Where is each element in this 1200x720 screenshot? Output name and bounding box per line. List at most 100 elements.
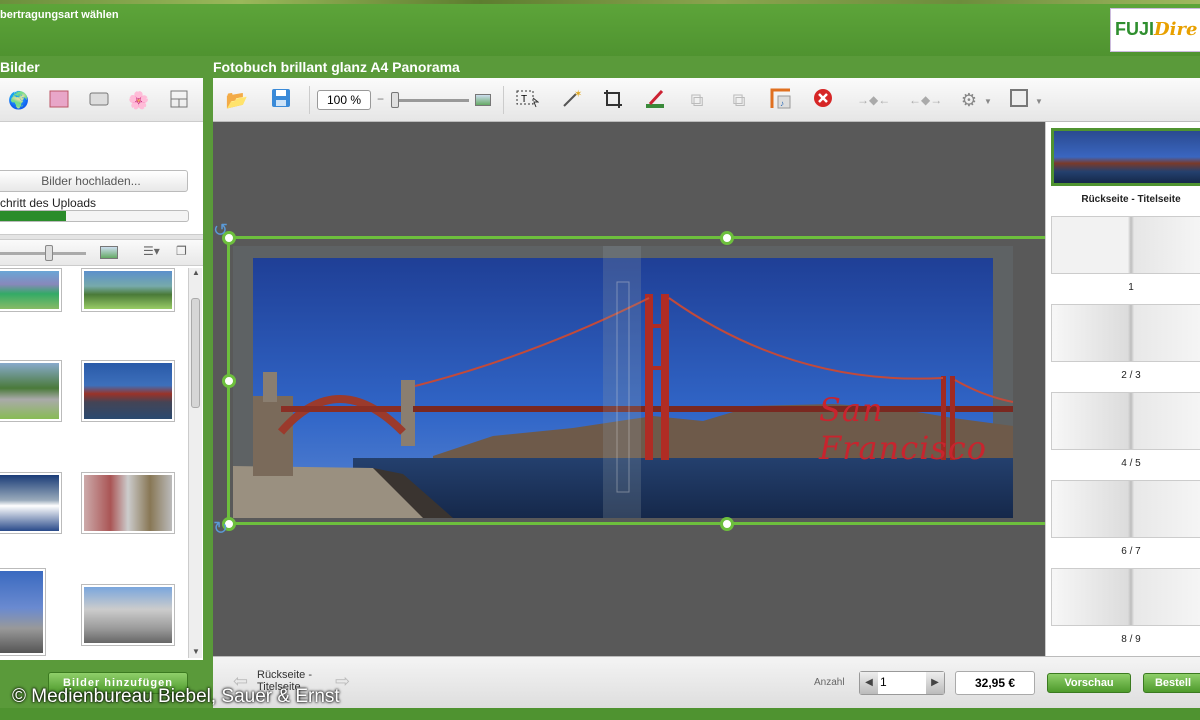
thumbnail-size-track [0, 252, 86, 255]
page-thumbnail[interactable] [1051, 128, 1200, 186]
resize-handle-top[interactable] [720, 231, 734, 245]
page-thumbnail[interactable] [1051, 216, 1200, 274]
page-label: 2 / 3 [1121, 370, 1141, 381]
image-thumbnail[interactable] [81, 268, 175, 312]
text-box-icon[interactable]: T [515, 88, 540, 112]
upload-progress-fill [0, 211, 66, 221]
image-thumbnail[interactable] [81, 360, 175, 422]
resize-handle-bottom[interactable] [720, 517, 734, 531]
zoom-slider[interactable] [391, 92, 399, 108]
price-display: 32,95 € [955, 671, 1035, 695]
page-background-icon[interactable]: ♪ [769, 88, 793, 112]
save-icon[interactable] [269, 88, 293, 112]
chevron-down-icon[interactable]: ▼ [984, 97, 992, 106]
images-toolbar: 🌍 🌸 [0, 78, 203, 122]
bottom-bar: ⇦ Rückseite - Titelseite ⇨ Anzahl ◀ 1 ▶ … [213, 656, 1200, 708]
page-thumbnail[interactable] [1051, 480, 1200, 538]
image-thumbnail[interactable] [0, 568, 46, 656]
upload-images-button[interactable]: Bilder hochladen... [0, 170, 188, 192]
page-label: 1 [1128, 282, 1134, 293]
settings-gear-icon[interactable]: ⚙ [957, 88, 981, 112]
thumbnail-scrollbar[interactable]: ▲ ▼ [188, 268, 202, 658]
layout-icon[interactable] [168, 90, 190, 112]
image-thumbnail[interactable] [81, 472, 175, 534]
window-icon[interactable]: ❐ [176, 244, 187, 258]
page-item-cover[interactable]: Rückseite - Titelseite [1051, 128, 1200, 205]
clipart-flower-icon[interactable]: 🌸 [128, 90, 150, 112]
logo-primary: FUJI [1115, 19, 1155, 39]
scroll-down-icon[interactable]: ▼ [192, 647, 200, 656]
page-item[interactable]: 2 / 3 [1051, 304, 1200, 381]
rotate-handle-icon[interactable]: ↺ [213, 220, 228, 241]
crop-icon[interactable] [601, 88, 625, 112]
image-thumbnail[interactable] [0, 360, 62, 422]
page-item[interactable]: 8 / 9 [1051, 568, 1200, 645]
fujidirekt-logo: FUJIDire [1110, 8, 1200, 52]
bring-forward-icon[interactable]: ⧉ [685, 88, 709, 112]
footer-strip [0, 708, 1200, 720]
svg-text:T: T [521, 94, 527, 105]
scrollbar-thumb[interactable] [191, 298, 200, 408]
selection-border-top [227, 236, 1045, 239]
increment-icon[interactable]: ▶ [926, 672, 944, 694]
toolbar-separator [309, 86, 310, 114]
page-thumbnail[interactable] [1051, 392, 1200, 450]
rotate-handle-icon[interactable]: ↻ [213, 518, 228, 539]
globe-icon[interactable]: 🌍 [8, 90, 30, 112]
page-item[interactable]: 1 [1051, 216, 1200, 293]
page-thumbnail[interactable] [1051, 304, 1200, 362]
scroll-up-icon[interactable]: ▲ [192, 268, 200, 277]
photo-book-spread[interactable]: San Francisco [233, 246, 1013, 518]
image-thumbnail[interactable] [0, 268, 62, 312]
photo-caption-text[interactable]: San Francisco [819, 391, 1013, 467]
images-panel-title: Bilder [0, 59, 40, 75]
toolbar-separator [503, 86, 504, 114]
background-icon[interactable] [48, 90, 70, 112]
large-thumbnail-icon[interactable] [100, 246, 118, 259]
delete-icon[interactable] [811, 88, 835, 112]
page-label: 6 / 7 [1121, 546, 1141, 557]
page-label: 4 / 5 [1121, 458, 1141, 469]
svg-text:♪: ♪ [780, 99, 784, 108]
page-thumbnail[interactable] [1051, 568, 1200, 626]
page-label: Rückseite - Titelseite [1081, 194, 1181, 205]
zoom-track [391, 99, 469, 102]
step-text: bertragungsart wählen [0, 9, 119, 21]
border-frame-icon[interactable] [1007, 88, 1031, 112]
page-item[interactable]: 6 / 7 [1051, 480, 1200, 557]
copyright-watermark: © Medienbureau Biebel, Sauer & Ernst [12, 686, 340, 707]
magic-wand-icon[interactable]: ✶ [559, 88, 583, 112]
thumbnail-grid [0, 268, 188, 658]
quantity-value[interactable]: 1 [880, 675, 887, 689]
send-backward-icon[interactable]: ⧉ [727, 88, 751, 112]
logo-secondary: Dire [1154, 19, 1198, 40]
open-folder-icon[interactable]: 📂 [225, 88, 249, 112]
editor-canvas: San Francisco ↺ ↻ [213, 122, 1045, 656]
pages-panel: Rückseite - Titelseite 1 2 / 3 4 / 5 6 /… [1045, 122, 1200, 656]
sort-icon[interactable]: ☰▾ [143, 244, 160, 258]
quantity-stepper[interactable]: ◀ 1 ▶ [859, 671, 945, 695]
header-image-strip [0, 0, 1200, 4]
chevron-down-icon[interactable]: ▼ [1035, 97, 1043, 106]
thumbnail-size-slider[interactable] [45, 245, 53, 261]
page-item[interactable]: 4 / 5 [1051, 392, 1200, 469]
align-center-icon[interactable]: →◆← [857, 88, 890, 112]
upload-progress-label: chritt des Uploads [0, 196, 97, 210]
order-button[interactable]: Bestell [1143, 673, 1200, 693]
distribute-icon[interactable]: ←◆→ [909, 88, 942, 112]
zoom-in-icon[interactable] [475, 94, 491, 106]
image-thumbnail[interactable] [81, 584, 175, 646]
page-label: 8 / 9 [1121, 634, 1141, 645]
zoom-out-icon[interactable]: − [377, 92, 384, 106]
color-brush-icon[interactable] [643, 88, 667, 112]
preview-button[interactable]: Vorschau [1047, 673, 1131, 693]
panorama-photo[interactable] [233, 246, 1013, 518]
zoom-input[interactable]: 100 % [317, 90, 371, 110]
images-panel: 🌍 🌸 Bilder hochladen... chritt des Uploa… [0, 78, 203, 694]
decrement-icon[interactable]: ◀ [860, 672, 878, 694]
resize-handle-left[interactable] [222, 374, 236, 388]
upload-progress-bar [0, 210, 189, 222]
image-thumbnail[interactable] [0, 472, 62, 534]
frame-icon[interactable] [88, 90, 110, 112]
top-bar: bertragungsart wählen FUJIDire [0, 0, 1200, 56]
